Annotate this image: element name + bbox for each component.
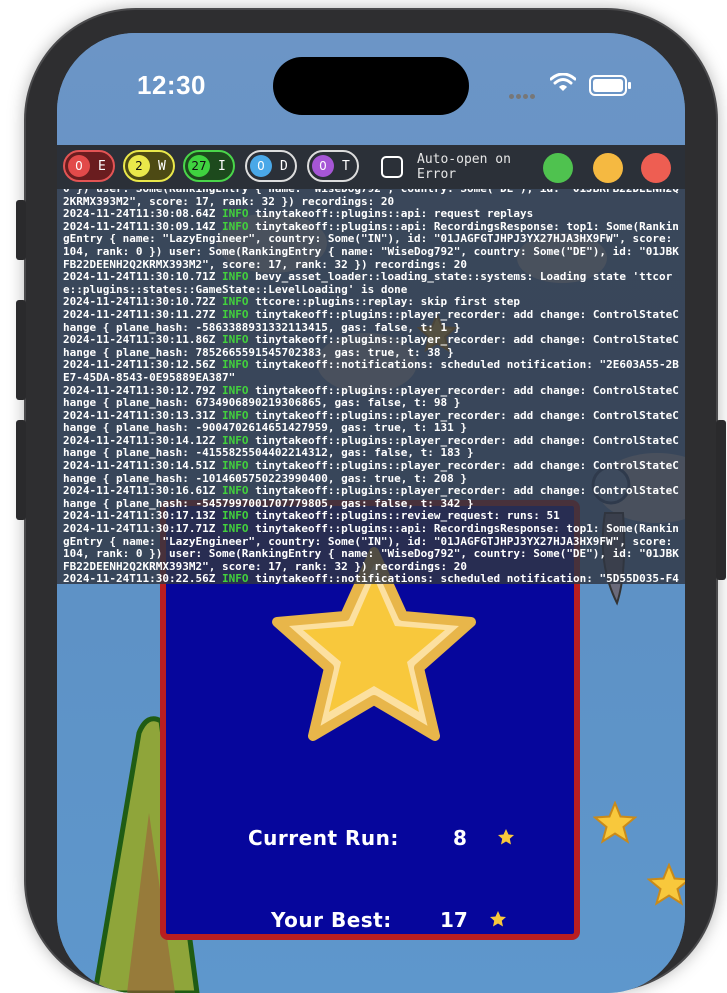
cellular-signal-icon xyxy=(509,84,537,103)
best-label: Your Best: xyxy=(271,908,392,932)
star-icon xyxy=(490,911,506,927)
auto-open-label: Auto-open on Error xyxy=(417,152,511,182)
phone-frame: Current Run: 8 Your Best: 17 12:30 0 E 2… xyxy=(16,10,726,993)
log-level-info: INFO xyxy=(221,295,249,309)
current-run-value: 8 xyxy=(453,826,467,850)
log-level-info: INFO xyxy=(221,383,249,397)
log-level-info: INFO xyxy=(221,459,249,473)
log-toolbar: 0 E 2 W 27 I 0 D 0 T Auto-open on Error xyxy=(57,145,685,189)
auto-open-label-line2: Error xyxy=(417,167,457,182)
screen: Current Run: 8 Your Best: 17 12:30 0 E 2… xyxy=(57,33,685,993)
warn-letter: W xyxy=(158,158,166,174)
collectible-star-icon xyxy=(647,863,685,906)
debug-letter: D xyxy=(280,158,288,174)
log-line: 2024-11-24T11:30:16.61Z INFO tinytakeoff… xyxy=(63,484,679,510)
log-level-info: INFO xyxy=(221,270,249,284)
error-letter: E xyxy=(98,158,106,174)
collectible-star-icon xyxy=(593,801,637,844)
filter-debug-button[interactable]: 0 D xyxy=(245,150,297,182)
yellow-window-button[interactable] xyxy=(593,153,623,183)
green-window-button[interactable] xyxy=(543,153,573,183)
info-letter: I xyxy=(218,158,226,174)
log-lines: 0 }) user: Some(RankingEntry { name: "Wi… xyxy=(63,189,679,584)
log-level-info: INFO xyxy=(221,307,249,321)
log-level-info: INFO xyxy=(221,333,249,347)
log-line: 0 }) user: Some(RankingEntry { name: "Wi… xyxy=(63,189,679,208)
volume-up-button xyxy=(16,300,26,400)
filter-trace-button[interactable]: 0 T xyxy=(307,150,359,182)
filter-error-button[interactable]: 0 E xyxy=(63,150,115,182)
current-run-label: Current Run: xyxy=(248,826,399,850)
trace-letter: T xyxy=(342,158,350,174)
error-count: 0 xyxy=(68,155,90,177)
auto-open-checkbox[interactable] xyxy=(381,156,403,178)
filter-info-button[interactable]: 27 I xyxy=(183,150,235,182)
log-line: 2024-11-24T11:30:14.12Z INFO tinytakeoff… xyxy=(63,433,679,460)
debug-count: 0 xyxy=(250,155,272,177)
battery-icon xyxy=(589,75,631,96)
log-level-info: INFO xyxy=(221,522,249,536)
filter-warn-button[interactable]: 2 W xyxy=(123,150,175,182)
log-line: 2024-11-24T11:30:12.79Z INFO tinytakeoff… xyxy=(63,383,679,410)
wifi-icon xyxy=(550,73,576,91)
best-value: 17 xyxy=(440,908,468,932)
log-line: 2024-11-24T11:30:08.64Z INFO tinytakeoff… xyxy=(63,207,534,221)
status-time: 12:30 xyxy=(137,70,206,100)
log-level-info: INFO xyxy=(221,408,249,422)
trace-count: 0 xyxy=(312,155,334,177)
log-level-info: INFO xyxy=(221,433,249,447)
log-line: 2024-11-24T11:30:14.51Z INFO tinytakeoff… xyxy=(63,459,679,485)
log-line: 2024-11-24T11:30:10.71Z INFO bevy_asset_… xyxy=(63,270,673,296)
log-level-info: INFO xyxy=(221,207,249,221)
log-line: 2024-11-24T11:30:09.14Z INFO tinytakeoff… xyxy=(63,219,679,271)
auto-open-label-line1: Auto-open on xyxy=(417,152,511,167)
volume-down-button xyxy=(16,420,26,520)
log-level-info: INFO xyxy=(221,572,249,584)
log-level-info: INFO xyxy=(221,358,249,372)
star-icon xyxy=(498,829,514,845)
log-console[interactable]: 0 }) user: Some(RankingEntry { name: "Wi… xyxy=(57,189,685,584)
dynamic-island xyxy=(273,57,469,115)
log-line: 2024-11-24T11:30:11.27Z INFO tinytakeoff… xyxy=(63,307,679,334)
log-line: 2024-11-24T11:30:11.86Z INFO tinytakeoff… xyxy=(63,333,679,359)
warn-count: 2 xyxy=(128,155,150,177)
log-line: 2024-11-24T11:30:17.71Z INFO tinytakeoff… xyxy=(63,522,679,573)
red-window-button[interactable] xyxy=(641,153,671,183)
log-line: 2024-11-24T11:30:22.56Z INFO tinytakeoff… xyxy=(63,572,679,584)
info-count: 27 xyxy=(188,155,210,177)
status-bar: 12:30 xyxy=(57,33,685,143)
log-line: 2024-11-24T11:30:13.31Z INFO tinytakeoff… xyxy=(63,408,679,435)
log-line: 2024-11-24T11:30:12.56Z INFO tinytakeoff… xyxy=(63,358,679,384)
log-level-info: INFO xyxy=(221,509,249,523)
log-level-info: INFO xyxy=(221,484,249,498)
log-level-info: INFO xyxy=(221,219,249,233)
mute-switch xyxy=(16,200,26,260)
power-button xyxy=(716,420,726,580)
